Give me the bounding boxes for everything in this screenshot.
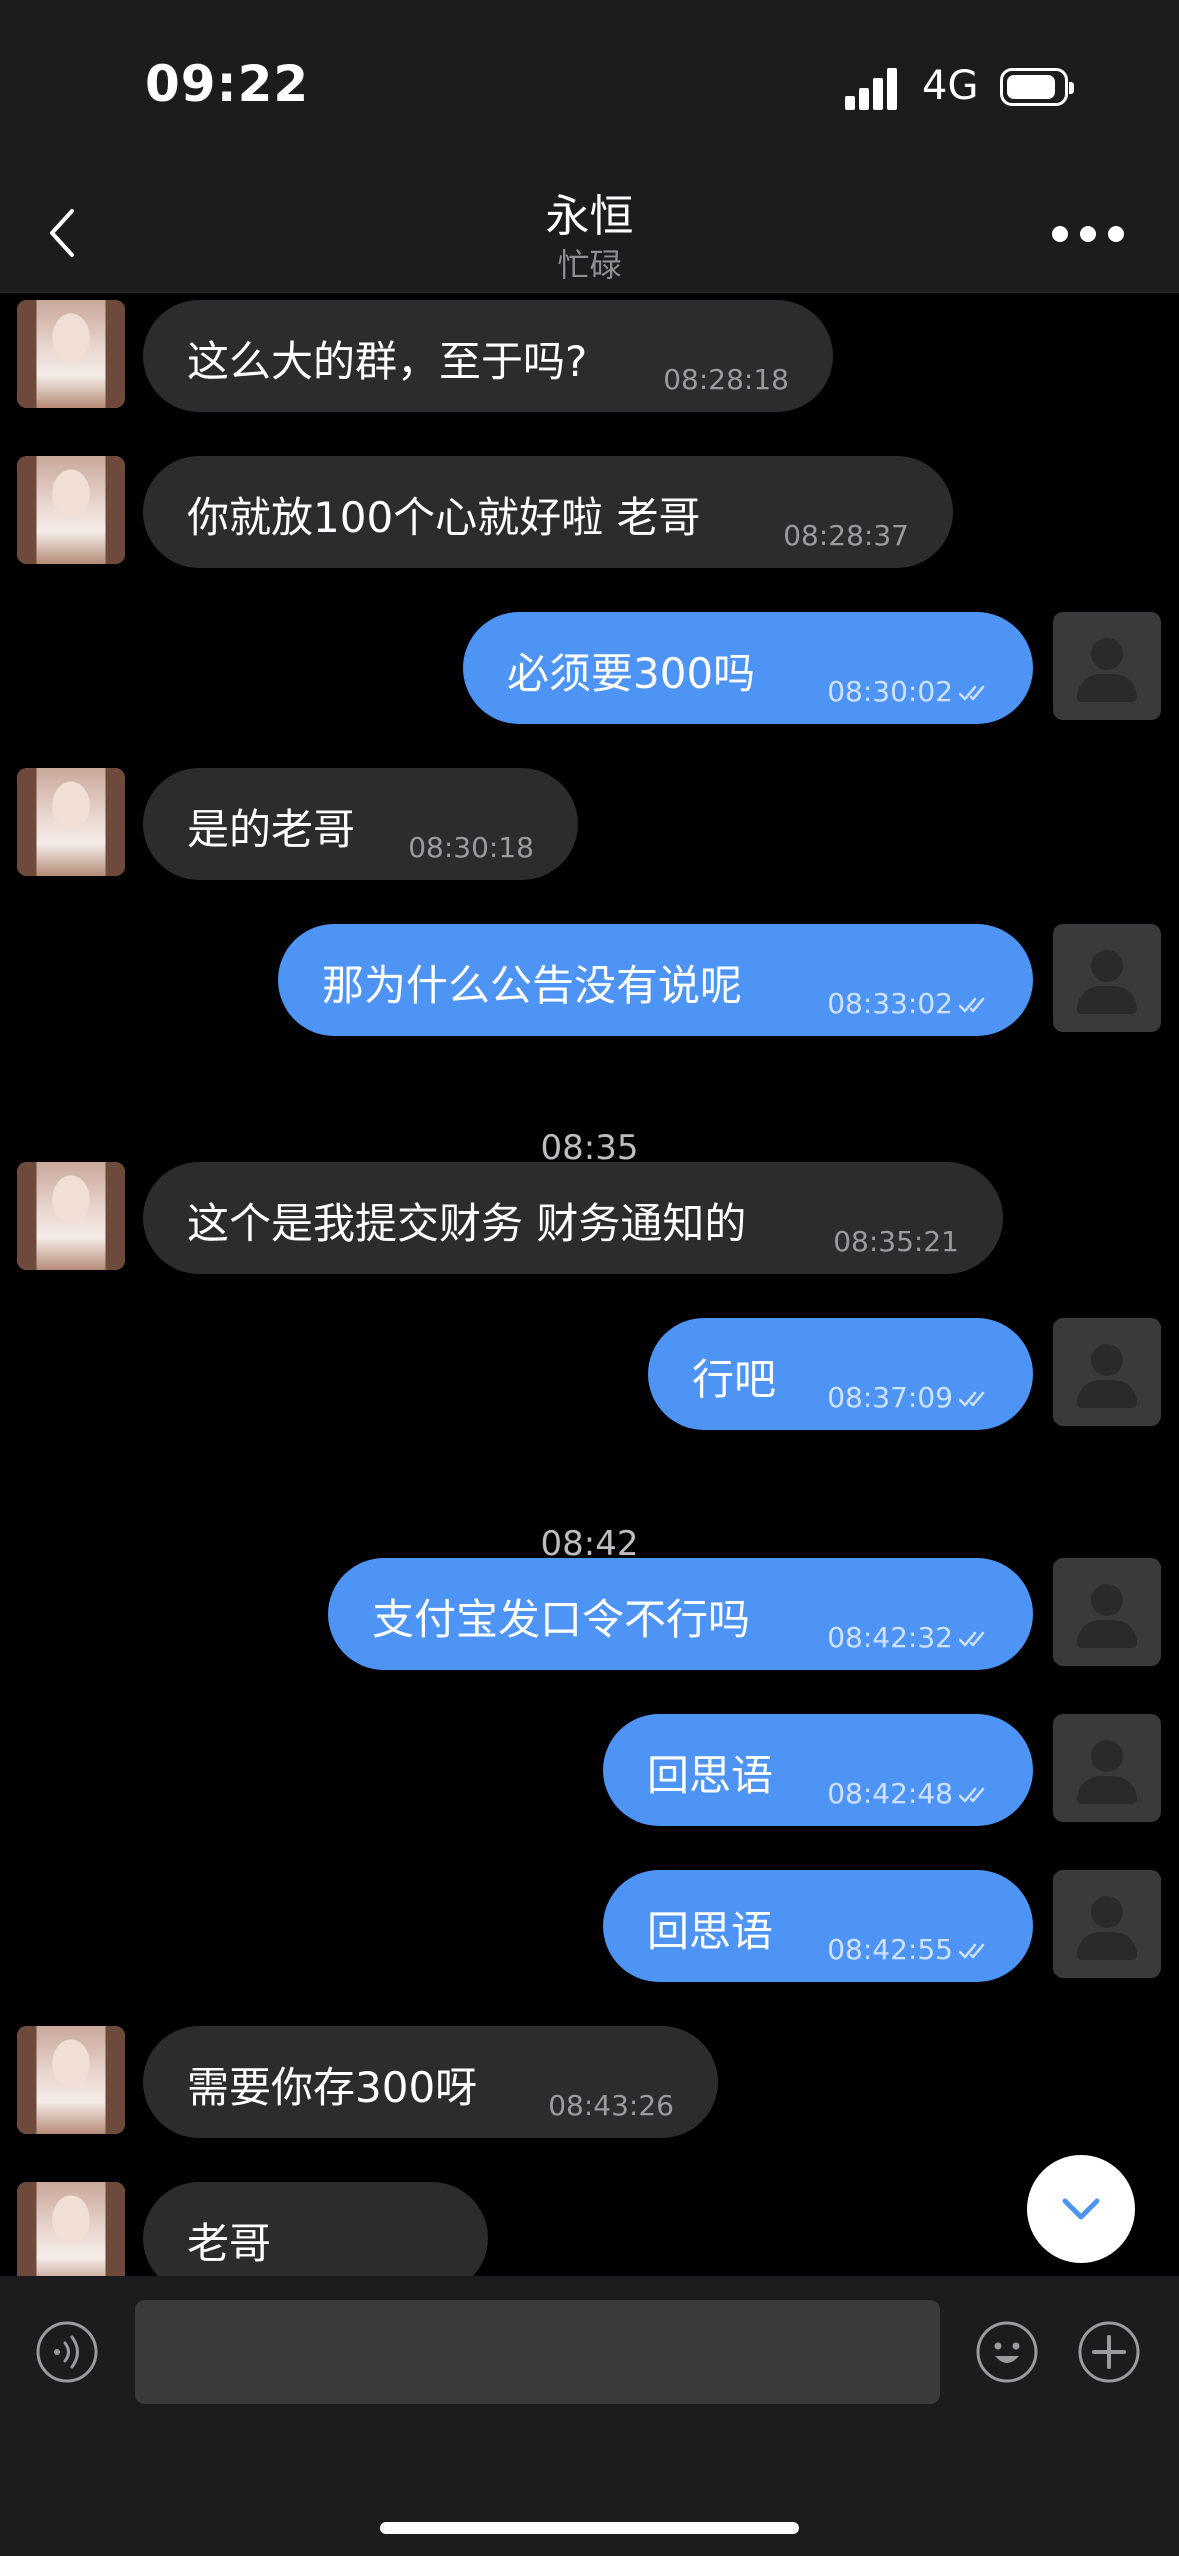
message-time: 08:42:32 [827,1621,991,1654]
message-time: 08:35:21 [833,1225,959,1258]
message-text: 需要你存300呀 [187,2063,478,2112]
message-timestamp: 08:35:21 [833,1225,959,1258]
message-text: 回思语 [647,1907,774,1956]
contact-status: 忙碌 [557,246,622,284]
user-avatar[interactable] [1053,1558,1161,1666]
message-bubble[interactable]: 那为什么公告没有说呢 08:33:02 [278,924,1033,1036]
message-timestamp: 08:42:32 [827,1621,953,1654]
incoming-message: 需要你存300呀 08:43:26 [0,2026,1179,2138]
message-text: 是的老哥 [187,805,356,854]
scroll-down-button[interactable] [1027,2155,1135,2263]
message-time: 08:42:55 [827,1933,991,1966]
more-icon[interactable] [1048,215,1128,249]
message-text: 这个是我提交财务 财务通知的 [187,1199,747,1248]
message-timestamp: 08:37:09 [827,1381,953,1414]
contact-avatar[interactable] [17,456,125,564]
voice-icon[interactable] [35,2320,99,2384]
contact-avatar[interactable] [17,2026,125,2134]
read-check-icon [959,1943,985,1959]
user-avatar[interactable] [1053,924,1161,1032]
message-bubble[interactable]: 支付宝发口令不行吗 08:42:32 [328,1558,1033,1670]
incoming-message: 你就放100个心就好啦 老哥 08:28:37 [0,456,1179,568]
message-input[interactable] [135,2300,940,2404]
read-check-icon [959,1631,985,1647]
message-time: 08:30:02 [827,675,991,708]
outgoing-message: 必须要300吗 08:30:02 [0,612,1179,724]
read-check-icon [959,685,985,701]
outgoing-message: 支付宝发口令不行吗 08:42:32 [0,1558,1179,1670]
message-time: 08:28:18 [663,363,789,396]
plus-icon[interactable] [1077,2320,1141,2384]
user-avatar[interactable] [1053,1318,1161,1426]
message-bubble[interactable]: 必须要300吗 08:30:02 [463,612,1033,724]
message-timestamp: 08:30:18 [408,831,534,864]
message-time: 08:30:18 [408,831,534,864]
incoming-message: 这么大的群，至于吗? 08:28:18 [0,300,1179,412]
message-text: 行吧 [692,1355,777,1404]
message-bubble[interactable]: 这么大的群，至于吗? 08:28:18 [143,300,833,412]
message-timestamp: 08:28:37 [783,519,909,552]
user-avatar[interactable] [1053,612,1161,720]
network-type: 4G [922,63,979,109]
message-bubble[interactable]: 是的老哥 08:30:18 [143,768,578,880]
message-bubble[interactable]: 行吧 08:37:09 [648,1318,1033,1430]
message-time: 08:42:48 [827,1777,991,1810]
contact-name[interactable]: 永恒 [0,180,1179,244]
read-check-icon [959,1787,985,1803]
message-timestamp: 08:33:02 [827,987,953,1020]
incoming-message: 是的老哥 08:30:18 [0,768,1179,880]
read-check-icon [959,997,985,1013]
message-text: 你就放100个心就好啦 老哥 [187,493,701,542]
message-time: 08:37:09 [827,1381,991,1414]
message-bubble[interactable]: 老哥 [143,2182,488,2276]
message-bubble[interactable]: 你就放100个心就好啦 老哥 08:28:37 [143,456,953,568]
read-check-icon [959,1391,985,1407]
message-time: 08:28:37 [783,519,909,552]
message-text: 老哥 [187,2219,272,2268]
status-bar: 09:22 4G [0,0,1179,170]
battery-icon [1000,68,1074,106]
message-timestamp: 08:30:02 [827,675,953,708]
message-bubble[interactable]: 回思语 08:42:48 [603,1714,1033,1826]
outgoing-message: 那为什么公告没有说呢 08:33:02 [0,924,1179,1036]
scroll-down-icon [1062,2198,1100,2220]
contact-avatar[interactable] [17,2182,125,2276]
message-text: 必须要300吗 [507,649,756,698]
incoming-message: 老哥 [0,2182,1179,2276]
outgoing-message: 回思语 08:42:48 [0,1714,1179,1826]
chat-header: 永恒 忙碌 [0,170,1179,293]
outgoing-message: 回思语 08:42:55 [0,1870,1179,1982]
user-avatar[interactable] [1053,1714,1161,1822]
message-timestamp: 08:42:48 [827,1777,953,1810]
message-timestamp: 08:42:55 [827,1933,953,1966]
input-bar [0,2276,1179,2556]
contact-avatar[interactable] [17,1162,125,1270]
status-time: 09:22 [145,55,310,113]
message-bubble[interactable]: 回思语 08:42:55 [603,1870,1033,1982]
message-time: 08:33:02 [827,987,991,1020]
contact-avatar[interactable] [17,768,125,876]
message-text: 那为什么公告没有说呢 [322,961,743,1010]
signal-icon [845,64,905,110]
emoji-icon[interactable] [975,2320,1039,2384]
message-text: 回思语 [647,1751,774,1800]
contact-avatar[interactable] [17,300,125,408]
message-text: 这么大的群，至于吗? [187,337,588,386]
outgoing-message: 行吧 08:37:09 [0,1318,1179,1430]
message-timestamp: 08:28:18 [663,363,789,396]
message-bubble[interactable]: 这个是我提交财务 财务通知的 08:35:21 [143,1162,1003,1274]
user-avatar[interactable] [1053,1870,1161,1978]
message-list[interactable]: 这么大的群，至于吗? 08:28:18 你就放100个心就好啦 老哥 08:28:37… [0,292,1179,2276]
message-time: 08:43:26 [548,2089,674,2122]
home-indicator [380,2522,799,2534]
message-bubble[interactable]: 需要你存300呀 08:43:26 [143,2026,718,2138]
message-text: 支付宝发口令不行吗 [372,1595,751,1644]
incoming-message: 这个是我提交财务 财务通知的 08:35:21 [0,1162,1179,1274]
message-timestamp: 08:43:26 [548,2089,674,2122]
